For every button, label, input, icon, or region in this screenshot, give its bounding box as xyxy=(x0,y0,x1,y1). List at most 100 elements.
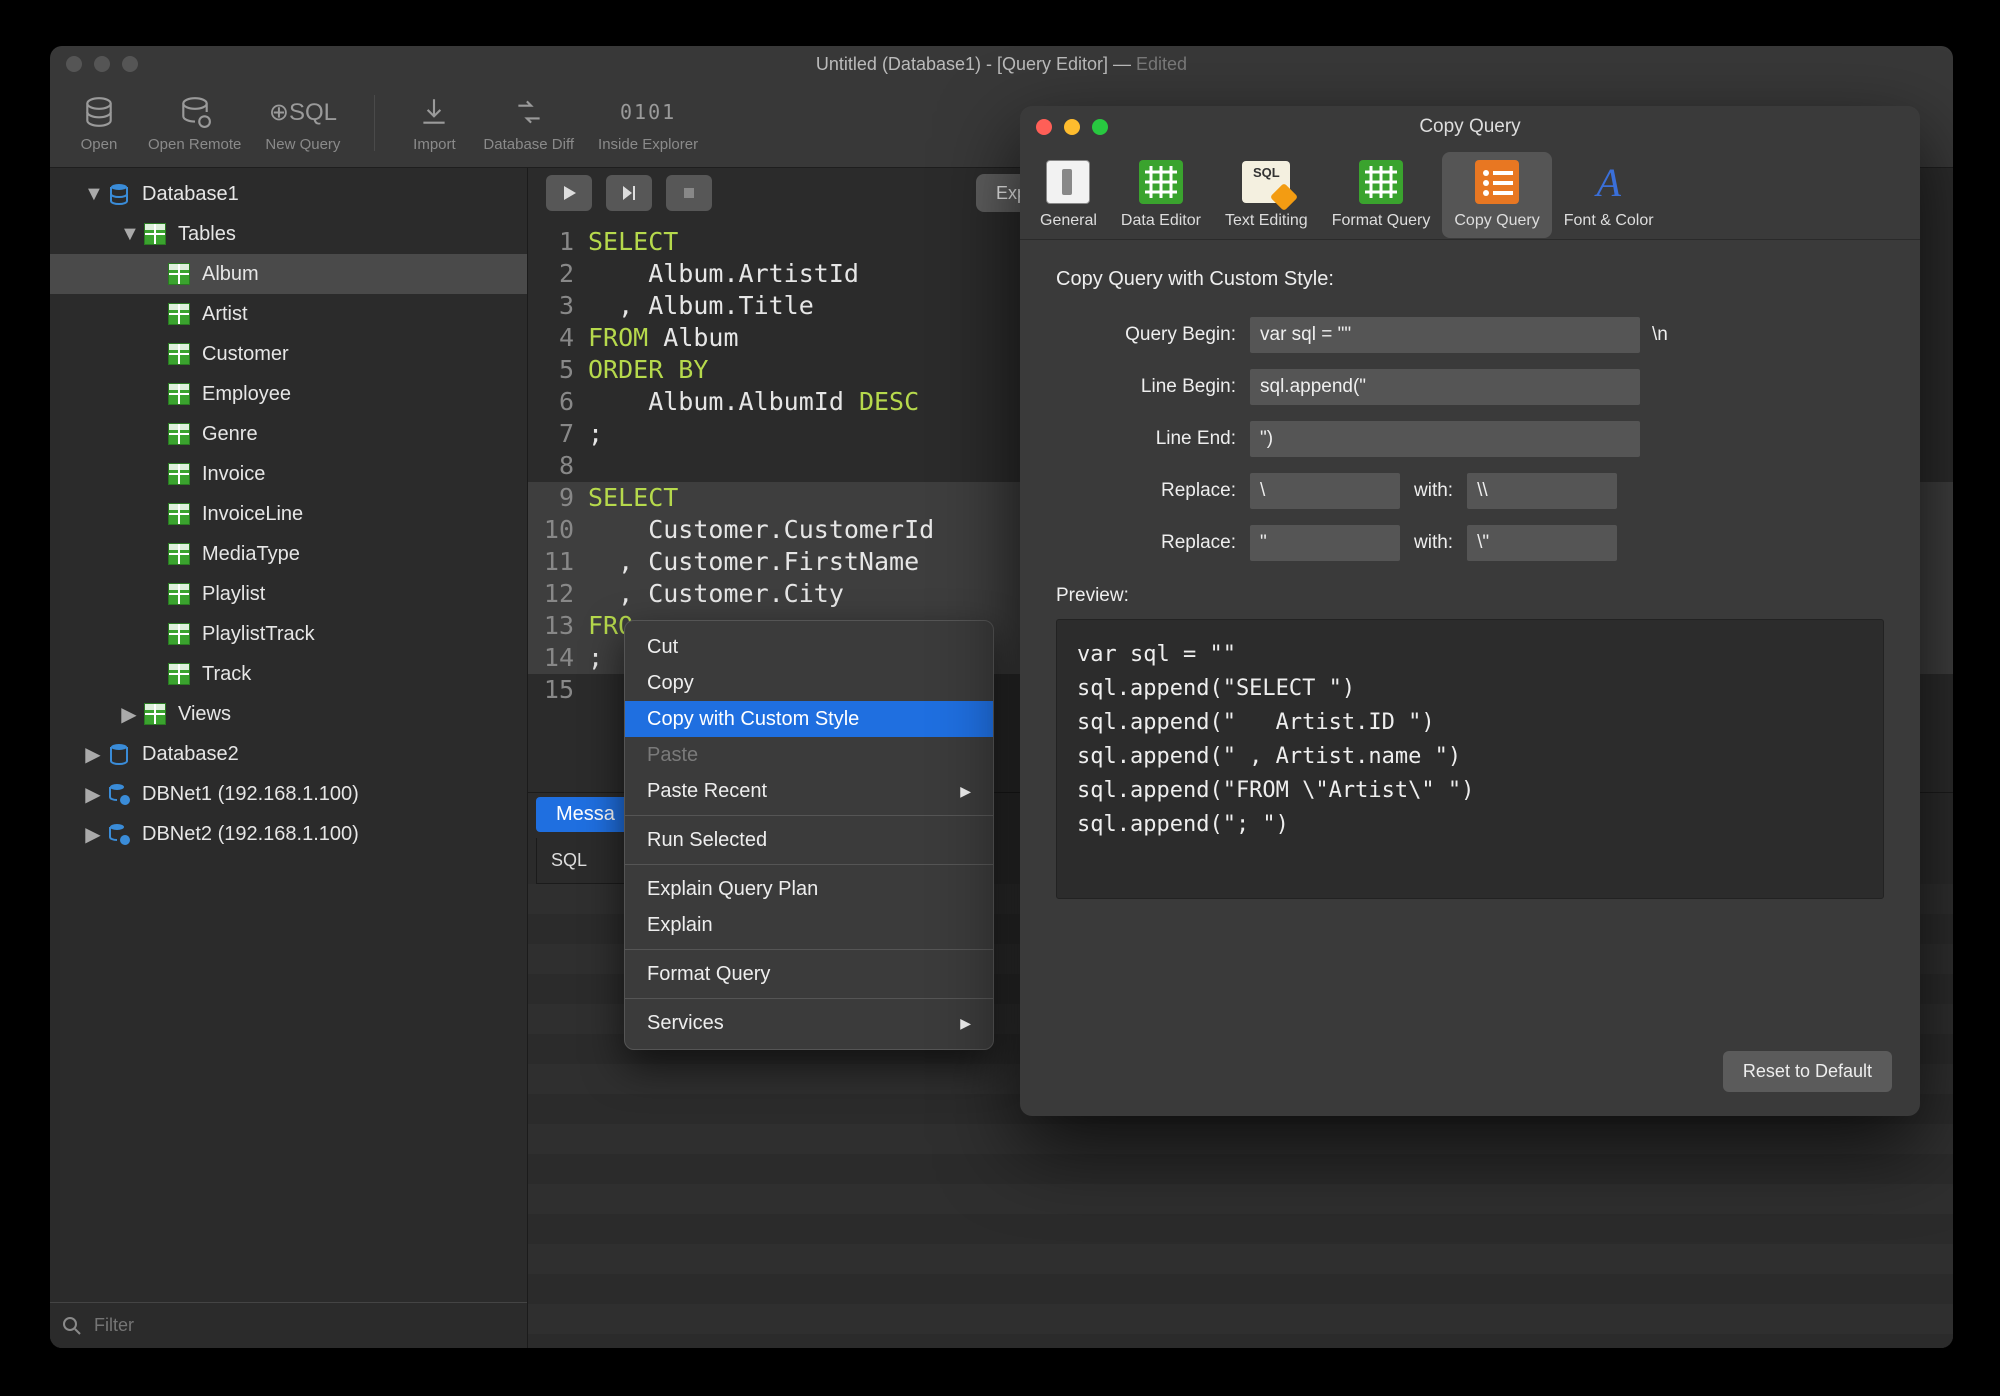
label-line-begin: Line Begin: xyxy=(1056,376,1250,398)
input-replace-1-to[interactable] xyxy=(1467,473,1617,509)
chevron-right-icon: ▶ xyxy=(120,702,138,727)
tree-db1[interactable]: ▼ Database1 xyxy=(50,174,527,214)
ctx-run-selected[interactable]: Run Selected xyxy=(625,822,993,858)
filter-bar xyxy=(50,1302,527,1348)
tree-table-invoiceline[interactable]: InvoiceLine xyxy=(50,494,527,534)
font-icon: A xyxy=(1585,158,1633,206)
ctx-cut[interactable]: Cut xyxy=(625,629,993,665)
ctx-services[interactable]: Services▶ xyxy=(625,1005,993,1041)
run-step-button[interactable] xyxy=(606,175,652,211)
ctx-explain-plan[interactable]: Explain Query Plan xyxy=(625,871,993,907)
format-icon xyxy=(1357,158,1405,206)
tree-table-customer[interactable]: Customer xyxy=(50,334,527,374)
label-with-2: with: xyxy=(1414,532,1453,554)
input-replace-1-from[interactable] xyxy=(1250,473,1400,509)
tree-db2[interactable]: ▶ Database2 xyxy=(50,734,527,774)
ctx-copy-custom[interactable]: Copy with Custom Style xyxy=(625,701,993,737)
binary-icon: 0101 xyxy=(623,92,673,132)
tree-net2[interactable]: ▶ DBNet2 (192.168.1.100) xyxy=(50,814,527,854)
table-icon xyxy=(166,501,192,527)
tab-general[interactable]: General xyxy=(1028,152,1109,238)
label-query-begin: Query Begin: xyxy=(1056,324,1250,346)
table-icon xyxy=(166,301,192,327)
tree-views[interactable]: ▶ Views xyxy=(50,694,527,734)
open-button[interactable]: Open xyxy=(62,92,136,153)
tab-data-editor[interactable]: Data Editor xyxy=(1109,152,1213,238)
run-button[interactable] xyxy=(546,175,592,211)
input-replace-2-to[interactable] xyxy=(1467,525,1617,561)
preferences-window: Copy Query General Data Editor SQL Text … xyxy=(1020,106,1920,1116)
input-line-begin[interactable] xyxy=(1250,369,1640,405)
diff-icon xyxy=(504,92,554,132)
tree-table-track[interactable]: Track xyxy=(50,654,527,694)
reset-to-default-button[interactable]: Reset to Default xyxy=(1723,1051,1892,1092)
tree-table-playlisttrack[interactable]: PlaylistTrack xyxy=(50,614,527,654)
tree-table-invoice[interactable]: Invoice xyxy=(50,454,527,494)
database-diff-button[interactable]: Database Diff xyxy=(471,92,586,153)
tree-table-artist[interactable]: Artist xyxy=(50,294,527,334)
table-group-icon xyxy=(142,221,168,247)
pref-heading: Copy Query with Custom Style: xyxy=(1056,268,1884,291)
database-tree: ▼ Database1 ▼ Tables AlbumArtistCustomer… xyxy=(50,168,527,1302)
general-icon xyxy=(1044,158,1092,206)
ctx-paste-recent[interactable]: Paste Recent▶ xyxy=(625,773,993,809)
open-remote-button[interactable]: Open Remote xyxy=(136,92,253,153)
table-icon xyxy=(166,661,192,687)
ctx-format-query[interactable]: Format Query xyxy=(625,956,993,992)
trail-newline: \n xyxy=(1652,324,1668,346)
search-icon xyxy=(62,1316,82,1336)
label-preview: Preview: xyxy=(1056,585,1884,607)
chevron-down-icon: ▼ xyxy=(120,223,138,246)
input-replace-2-from[interactable] xyxy=(1250,525,1400,561)
new-query-button[interactable]: ⊕SQL New Query xyxy=(253,92,352,153)
sidebar: ▼ Database1 ▼ Tables AlbumArtistCustomer… xyxy=(50,168,528,1348)
ctx-paste: Paste xyxy=(625,737,993,773)
database-remote-icon xyxy=(170,92,220,132)
label-replace-2: Replace: xyxy=(1056,532,1250,554)
table-icon xyxy=(166,581,192,607)
filter-input[interactable] xyxy=(88,1309,515,1342)
messages-tab[interactable]: Messa xyxy=(536,797,635,832)
tree-table-genre[interactable]: Genre xyxy=(50,414,527,454)
table-icon xyxy=(166,621,192,647)
tree-table-employee[interactable]: Employee xyxy=(50,374,527,414)
chevron-right-icon: ▶ xyxy=(960,783,971,800)
chevron-down-icon: ▼ xyxy=(84,183,102,206)
tree-net1[interactable]: ▶ DBNet1 (192.168.1.100) xyxy=(50,774,527,814)
context-menu: Cut Copy Copy with Custom Style Paste Pa… xyxy=(624,620,994,1050)
tree-tables[interactable]: ▼ Tables xyxy=(50,214,527,254)
chevron-right-icon: ▶ xyxy=(84,742,102,767)
table-icon xyxy=(166,261,192,287)
preview-box: var sql = "" sql.append("SELECT ") sql.a… xyxy=(1056,619,1884,899)
table-icon xyxy=(166,541,192,567)
label-line-end: Line End: xyxy=(1056,428,1250,450)
input-line-end[interactable] xyxy=(1250,421,1640,457)
tree-table-album[interactable]: Album xyxy=(50,254,527,294)
table-icon xyxy=(166,421,192,447)
tab-text-editing[interactable]: SQL Text Editing xyxy=(1213,152,1320,238)
stop-button[interactable] xyxy=(666,175,712,211)
database-icon xyxy=(106,741,132,767)
input-query-begin[interactable] xyxy=(1250,317,1640,353)
import-icon xyxy=(409,92,459,132)
inside-explorer-button[interactable]: 0101 Inside Explorer xyxy=(586,92,710,153)
database-network-icon xyxy=(106,821,132,847)
label-with-1: with: xyxy=(1414,480,1453,502)
tree-table-playlist[interactable]: Playlist xyxy=(50,574,527,614)
import-button[interactable]: Import xyxy=(397,92,471,153)
tree-table-mediatype[interactable]: MediaType xyxy=(50,534,527,574)
table-icon xyxy=(166,381,192,407)
tab-font-color[interactable]: A Font & Color xyxy=(1552,152,1666,238)
pref-title: Copy Query xyxy=(1020,116,1920,138)
database-icon xyxy=(106,181,132,207)
chevron-right-icon: ▶ xyxy=(84,782,102,807)
database-icon xyxy=(74,92,124,132)
views-icon xyxy=(142,701,168,727)
database-network-icon xyxy=(106,781,132,807)
ctx-copy[interactable]: Copy xyxy=(625,665,993,701)
chevron-right-icon: ▶ xyxy=(84,822,102,847)
tab-format-query[interactable]: Format Query xyxy=(1320,152,1443,238)
plus-sql-icon: ⊕SQL xyxy=(278,92,328,132)
tab-copy-query[interactable]: Copy Query xyxy=(1442,152,1551,238)
ctx-explain[interactable]: Explain xyxy=(625,907,993,943)
